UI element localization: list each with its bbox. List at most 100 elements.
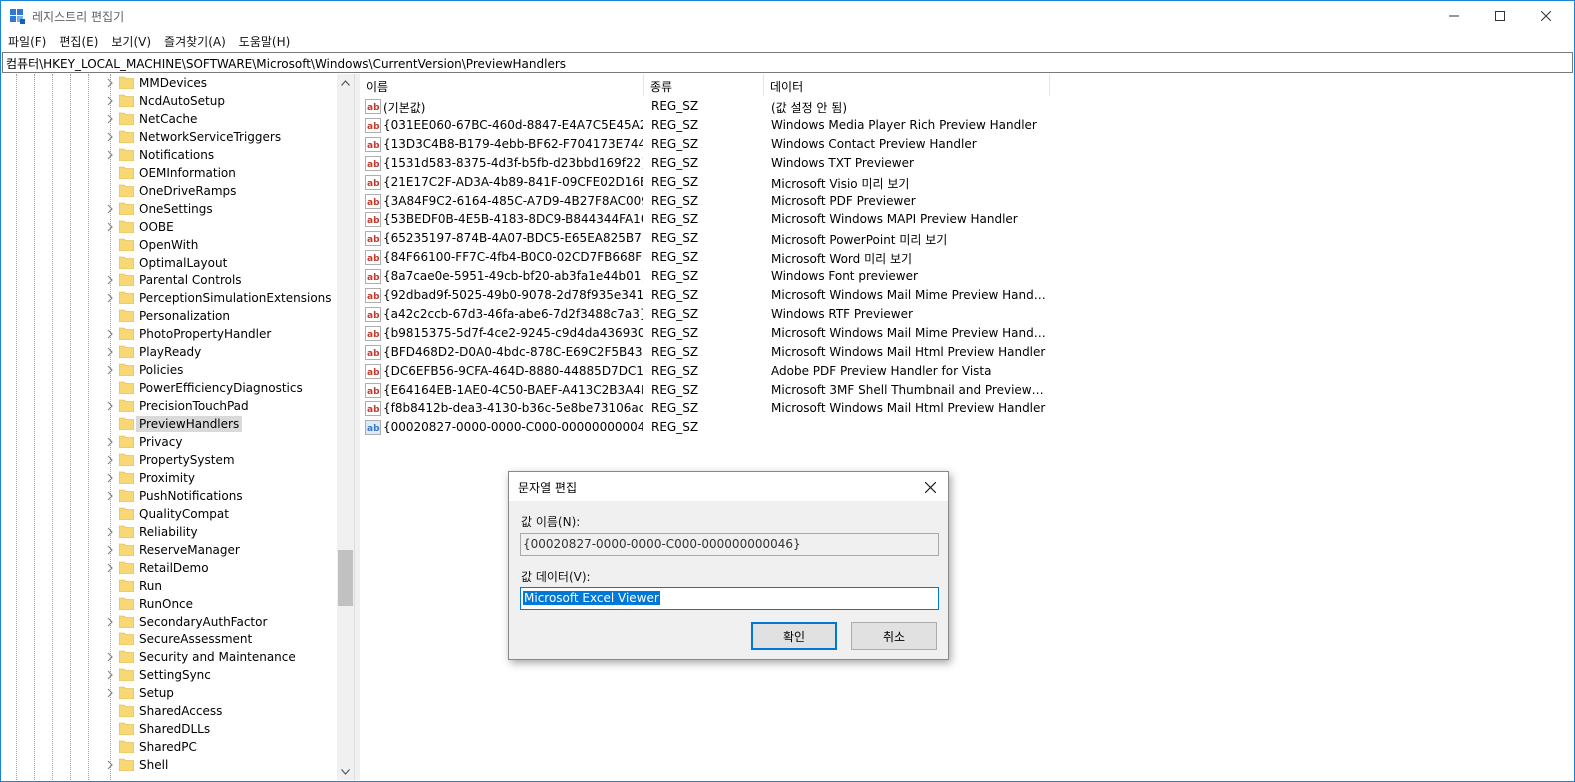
chevron-right-icon[interactable] <box>105 328 115 340</box>
chevron-right-icon[interactable] <box>105 490 115 502</box>
column-header-data[interactable]: 데이터 <box>764 74 1050 96</box>
tree-item[interactable]: Security and Maintenance <box>2 648 336 666</box>
value-row[interactable]: ab {8a7cae0e-5951-49cb-bf20-ab3fa1e44b01}… <box>360 267 1060 286</box>
value-row[interactable]: ab {92dbad9f-5025-49b0-9078-2d78f935e341}… <box>360 286 1060 305</box>
chevron-right-icon[interactable] <box>105 77 115 89</box>
scroll-down-button[interactable] <box>337 763 354 780</box>
tree-item[interactable]: Notifications <box>2 146 336 164</box>
tree-item[interactable]: Policies <box>2 361 336 379</box>
tree-item[interactable]: MMDevices <box>2 74 336 92</box>
maximize-button[interactable] <box>1477 1 1523 31</box>
tree-item[interactable]: NetworkServiceTriggers <box>2 128 336 146</box>
tree-scrollbar[interactable] <box>337 74 354 780</box>
chevron-right-icon[interactable] <box>105 95 115 107</box>
cancel-button[interactable]: 취소 <box>851 622 937 650</box>
column-header-name[interactable]: 이름 <box>360 74 644 96</box>
chevron-right-icon[interactable] <box>105 616 115 628</box>
tree-item[interactable]: SharedPC <box>2 738 336 756</box>
chevron-right-icon[interactable] <box>105 544 115 556</box>
scroll-up-button[interactable] <box>337 74 354 91</box>
chevron-right-icon[interactable] <box>105 687 115 699</box>
value-row[interactable]: ab {13D3C4B8-B179-4ebb-BF62-F704173E7448}… <box>360 135 1060 154</box>
chevron-right-icon[interactable] <box>105 562 115 574</box>
value-row[interactable]: ab {a42c2ccb-67d3-46fa-abe6-7d2f3488c7a3}… <box>360 305 1060 324</box>
tree-item[interactable]: Reliability <box>2 523 336 541</box>
tree-item[interactable]: OpenWith <box>2 236 336 254</box>
chevron-right-icon[interactable] <box>105 436 115 448</box>
tree-item[interactable]: OOBE <box>2 218 336 236</box>
scroll-thumb[interactable] <box>338 550 353 606</box>
chevron-right-icon[interactable] <box>105 346 115 358</box>
value-row[interactable]: ab (기본값) REG_SZ (값 설정 안 됨) <box>360 97 1060 116</box>
tree-item[interactable]: PerceptionSimulationExtensions <box>2 289 336 307</box>
column-header-type[interactable]: 종류 <box>644 74 764 96</box>
value-row[interactable]: ab {53BEDF0B-4E5B-4183-8DC9-B844344FA104}… <box>360 210 1060 229</box>
value-row[interactable]: ab {b9815375-5d7f-4ce2-9245-c9d4da436930}… <box>360 324 1060 343</box>
tree-item[interactable]: Personalization <box>2 307 336 325</box>
tree-item[interactable]: SharedAccess <box>2 702 336 720</box>
chevron-right-icon[interactable] <box>105 526 115 538</box>
chevron-right-icon[interactable] <box>105 221 115 233</box>
value-row[interactable]: ab {1531d583-8375-4d3f-b5fb-d23bbd169f22}… <box>360 154 1060 173</box>
tree-item[interactable]: Parental Controls <box>2 271 336 289</box>
chevron-right-icon[interactable] <box>105 651 115 663</box>
tree-item[interactable]: PushNotifications <box>2 487 336 505</box>
chevron-right-icon[interactable] <box>105 472 115 484</box>
tree-item[interactable]: RunOnce <box>2 595 336 613</box>
value-row[interactable]: ab {E64164EB-1AE0-4C50-BAEF-A413C2B3A4BC}… <box>360 381 1060 400</box>
tree-item[interactable]: OEMInformation <box>2 164 336 182</box>
value-row[interactable]: ab {BFD468D2-D0A0-4bdc-878C-E69C2F5B435D}… <box>360 343 1060 362</box>
tree-item[interactable]: SecureAssessment <box>2 630 336 648</box>
tree-item[interactable]: OneSettings <box>2 200 336 218</box>
tree-item[interactable]: Privacy <box>2 433 336 451</box>
value-row[interactable]: ab {031EE060-67BC-460d-8847-E4A7C5E45A27}… <box>360 116 1060 135</box>
value-row[interactable]: ab {65235197-874B-4A07-BDC5-E65EA825B718}… <box>360 229 1060 248</box>
chevron-right-icon[interactable] <box>105 454 115 466</box>
chevron-right-icon[interactable] <box>105 669 115 681</box>
menu-file[interactable]: 파일(F) <box>8 31 53 51</box>
menu-help[interactable]: 도움말(H) <box>239 31 298 51</box>
tree-item[interactable]: PlayReady <box>2 343 336 361</box>
close-button[interactable] <box>1523 1 1569 31</box>
chevron-right-icon[interactable] <box>105 292 115 304</box>
value-row[interactable]: ab {f8b8412b-dea3-4130-b36c-5e8be73106ac}… <box>360 399 1060 418</box>
tree-item[interactable]: ReserveManager <box>2 541 336 559</box>
menu-favorites[interactable]: 즐겨찾기(A) <box>164 31 233 51</box>
tree-item[interactable]: PhotoPropertyHandler <box>2 325 336 343</box>
tree-item[interactable]: OptimalLayout <box>2 254 336 272</box>
tree-item[interactable]: PowerEfficiencyDiagnostics <box>2 379 336 397</box>
tree-item[interactable]: OneDriveRamps <box>2 182 336 200</box>
value-row[interactable]: ab {21E17C2F-AD3A-4b89-841F-09CFE02D16B7}… <box>360 173 1060 192</box>
value-row[interactable]: ab {3A84F9C2-6164-485C-A7D9-4B27F8AC009E}… <box>360 192 1060 211</box>
value-list[interactable]: 이름 종류 데이터 ab (기본값) REG_SZ (값 설정 안 됨) ab {031E… <box>360 74 1574 780</box>
menu-edit[interactable]: 편집(E) <box>59 31 105 51</box>
tree-item[interactable]: SharedDLLs <box>2 720 336 738</box>
value-row[interactable]: ab {DC6EFB56-9CFA-464D-8880-44885D7DC193}… <box>360 362 1060 381</box>
ok-button[interactable]: 확인 <box>751 622 837 650</box>
value-data-input[interactable]: Microsoft Excel Viewer <box>520 587 939 610</box>
value-row[interactable]: ab {00020827-0000-0000-C000-000000000046}… <box>360 418 1060 437</box>
tree-item[interactable]: RetailDemo <box>2 559 336 577</box>
chevron-right-icon[interactable] <box>105 759 115 771</box>
chevron-right-icon[interactable] <box>105 203 115 215</box>
tree-item[interactable]: PropertySystem <box>2 451 336 469</box>
chevron-right-icon[interactable] <box>105 364 115 376</box>
chevron-right-icon[interactable] <box>105 149 115 161</box>
value-row[interactable]: ab {84F66100-FF7C-4fb4-B0C0-02CD7FB668FE}… <box>360 248 1060 267</box>
chevron-right-icon[interactable] <box>105 400 115 412</box>
tree-item[interactable]: SecondaryAuthFactor <box>2 613 336 631</box>
chevron-right-icon[interactable] <box>105 131 115 143</box>
tree-item[interactable]: NcdAutoSetup <box>2 92 336 110</box>
tree-item[interactable]: Run <box>2 577 336 595</box>
tree-item[interactable]: QualityCompat <box>2 505 336 523</box>
tree-item[interactable]: Setup <box>2 684 336 702</box>
tree-item[interactable]: PrecisionTouchPad <box>2 397 336 415</box>
tree-item[interactable]: Shell <box>2 756 336 774</box>
tree-item[interactable]: NetCache <box>2 110 336 128</box>
chevron-right-icon[interactable] <box>105 274 115 286</box>
key-tree[interactable]: MMDevices NcdAutoSetup NetCache NetworkServ… <box>2 74 355 780</box>
minimize-button[interactable] <box>1431 1 1477 31</box>
tree-item[interactable]: Proximity <box>2 469 336 487</box>
dialog-close-button[interactable] <box>919 476 941 498</box>
address-bar[interactable]: 컴퓨터\HKEY_LOCAL_MACHINE\SOFTWARE\Microsof… <box>2 52 1573 73</box>
